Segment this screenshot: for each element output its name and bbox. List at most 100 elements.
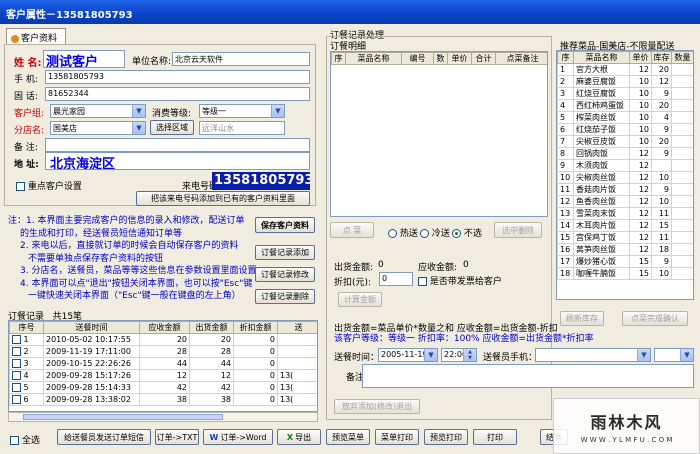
table-row[interactable]: 5 2009-09-28 15:14:33 42 42 0 13( bbox=[9, 381, 317, 394]
table-row[interactable]: 16 莴笋肉丝饭 12 18 bbox=[557, 243, 693, 256]
confirm-dishes-button[interactable]: 点菜完成确认 bbox=[622, 311, 688, 326]
cell-price: 12 bbox=[629, 159, 652, 172]
table-row[interactable]: 2 2009-11-19 17:11:00 28 28 0 bbox=[9, 345, 317, 358]
preview-menu-button[interactable]: 预览菜单 bbox=[326, 429, 370, 445]
col-header[interactable]: 菜品名称 bbox=[573, 51, 630, 64]
company-field[interactable]: 北京云天软件 bbox=[172, 52, 310, 66]
select-all-checkbox[interactable]: 全选 bbox=[10, 433, 40, 446]
table-row[interactable]: 8 回锅肉饭 12 9 bbox=[557, 147, 693, 160]
heat-radio-cold[interactable]: 冷送 bbox=[420, 226, 450, 239]
add-caller-button[interactable]: 把该来电号码添加到已有的客户资料里面 bbox=[136, 191, 310, 206]
order-remark-field[interactable] bbox=[362, 364, 694, 388]
order-delete-button[interactable]: 订餐记录删除 bbox=[255, 289, 315, 304]
table-row[interactable]: 4 西红柿鸡蛋饭 10 20 bbox=[557, 99, 693, 112]
print-button[interactable]: 打印 bbox=[473, 429, 517, 445]
table-row[interactable]: 13 雪菜肉末饭 12 11 bbox=[557, 207, 693, 220]
col-header[interactable]: 单价 bbox=[447, 52, 472, 65]
table-row[interactable]: 3 红烧豆腐饭 10 9 bbox=[557, 87, 693, 100]
courier-phone-select[interactable]: ▼ bbox=[654, 348, 694, 362]
order-detail-table[interactable]: 序 菜品名称 编号 数 单价 合计 点菜备注 bbox=[330, 51, 548, 217]
table-row[interactable]: 6 2009-09-28 13:38:02 38 38 0 13( bbox=[9, 393, 317, 406]
vip-checkbox[interactable]: 重点客户设置 bbox=[16, 179, 82, 192]
name-field[interactable]: 测试客户 bbox=[43, 50, 125, 68]
delivery-hour-spinner[interactable]: 22:00 ▲ ▼ bbox=[441, 348, 477, 362]
col-header[interactable]: 应收金额 bbox=[139, 321, 190, 334]
table-row[interactable]: 1 官方大根 12 20 bbox=[557, 63, 693, 76]
cancel-exit-button[interactable]: 放弃添加(修改)退出 bbox=[334, 399, 420, 414]
heat-radio-none[interactable]: 不选 bbox=[452, 226, 482, 239]
phone-field[interactable]: 13581805793 bbox=[45, 70, 310, 84]
export-button[interactable]: X 导出 bbox=[277, 429, 321, 445]
history-hscrollbar[interactable] bbox=[8, 412, 318, 422]
history-table[interactable]: 序号 送餐时间 应收金额 出货金额 折扣金额 送 1 2010-05-02 10:… bbox=[8, 320, 318, 412]
row-checkbox[interactable] bbox=[12, 335, 21, 344]
table-row[interactable]: 2 麻婆豆腐饭 10 12 bbox=[557, 75, 693, 88]
branch-select[interactable]: 国美店 ▼ bbox=[50, 121, 146, 135]
address-field[interactable]: 北京海淀区 bbox=[45, 152, 310, 170]
group-select[interactable]: 晨光家园 ▼ bbox=[50, 104, 146, 118]
delivery-date-picker[interactable]: 2005-11-19 ▼ bbox=[378, 348, 438, 362]
order-add-button[interactable]: 订餐记录添加 bbox=[255, 245, 315, 260]
scroll-thumb[interactable] bbox=[23, 414, 223, 420]
row-checkbox[interactable] bbox=[12, 347, 21, 356]
delivery-date: 2005-11-19 bbox=[381, 350, 428, 359]
col-header[interactable]: 序号 bbox=[9, 321, 44, 334]
col-header[interactable]: 合计 bbox=[471, 52, 496, 65]
table-row[interactable]: 12 鱼香肉丝饭 12 10 bbox=[557, 195, 693, 208]
table-row[interactable]: 5 榨菜肉丝饭 10 4 bbox=[557, 111, 693, 124]
refresh-stock-button[interactable]: 刷新库存 bbox=[560, 311, 604, 326]
table-row[interactable]: 11 香菇肉片饭 12 9 bbox=[557, 183, 693, 196]
order-edit-button[interactable]: 订餐记录修改 bbox=[255, 267, 315, 282]
row-checkbox[interactable] bbox=[12, 371, 21, 380]
preview-print-button[interactable]: 预览打印 bbox=[424, 429, 468, 445]
invoice-checkbox[interactable]: 是否带发票给客户 bbox=[418, 274, 502, 287]
tab-customer-info[interactable]: 客户资料 bbox=[6, 28, 66, 44]
row-checkbox[interactable] bbox=[12, 359, 21, 368]
save-customer-button[interactable]: 保存客户资料 bbox=[255, 217, 315, 233]
col-header[interactable]: 单价 bbox=[629, 51, 652, 64]
export-word-button[interactable]: W 订单->Word bbox=[203, 429, 273, 445]
row-checkbox[interactable] bbox=[12, 395, 21, 404]
table-row[interactable]: 14 木耳肉片饭 12 15 bbox=[557, 219, 693, 232]
select-delete-button[interactable]: 选中删除 bbox=[494, 222, 542, 238]
select-region-button[interactable]: 选择区域 bbox=[150, 120, 194, 135]
table-row[interactable]: 4 2009-09-28 15:17:26 12 12 0 13( bbox=[9, 369, 317, 382]
col-header[interactable]: 折扣金额 bbox=[233, 321, 278, 334]
table-row[interactable]: 15 宫保鸡丁饭 12 11 bbox=[557, 231, 693, 244]
row-checkbox[interactable] bbox=[12, 383, 21, 392]
table-row[interactable]: 17 爆炒猪心饭 15 9 bbox=[557, 255, 693, 268]
heat-radio-hot[interactable]: 热送 bbox=[388, 226, 418, 239]
cell-price: 12 bbox=[629, 231, 652, 244]
col-header[interactable]: 数量 bbox=[671, 51, 693, 64]
region-field[interactable]: 远洋山水 bbox=[199, 121, 285, 135]
print-menu-button[interactable]: 菜单打印 bbox=[375, 429, 419, 445]
col-header[interactable]: 编号 bbox=[401, 52, 434, 65]
table-row[interactable]: 7 尖椒豆皮饭 10 20 bbox=[557, 135, 693, 148]
col-header[interactable]: 序 bbox=[557, 51, 574, 64]
discount-field[interactable]: 0 bbox=[379, 272, 413, 286]
table-row[interactable]: 18 咖喱牛腩饭 15 10 bbox=[557, 267, 693, 280]
col-header[interactable]: 数 bbox=[433, 52, 448, 65]
table-row[interactable]: 3 2009-10-15 22:26:26 44 44 0 bbox=[9, 357, 317, 370]
level-select[interactable]: 等级一 ▼ bbox=[199, 104, 285, 118]
order-dish-button[interactable]: 点 菜 bbox=[330, 222, 374, 238]
out-amount-value: 0 bbox=[378, 260, 384, 270]
col-header[interactable]: 菜品名称 bbox=[345, 52, 402, 65]
col-header[interactable]: 送餐时间 bbox=[43, 321, 140, 334]
col-header[interactable]: 点菜备注 bbox=[495, 52, 547, 65]
col-header[interactable]: 序 bbox=[331, 52, 346, 65]
export-txt-button[interactable]: 订单->TXT bbox=[155, 429, 199, 445]
table-row[interactable]: 1 2010-05-02 10:17:55 20 20 0 bbox=[9, 333, 317, 346]
calc-amount-button[interactable]: 计算金额 bbox=[338, 292, 382, 307]
table-row[interactable]: 9 木须肉饭 12 bbox=[557, 159, 693, 172]
remark-field[interactable] bbox=[45, 138, 310, 152]
col-header[interactable]: 送 bbox=[277, 321, 317, 334]
table-row[interactable]: 10 尖椒肉丝饭 12 10 bbox=[557, 171, 693, 184]
col-header[interactable]: 出货金额 bbox=[189, 321, 234, 334]
landline-field[interactable]: 81652344 bbox=[45, 87, 310, 101]
send-sms-button[interactable]: 给送餐员发送订单短信 bbox=[57, 429, 151, 445]
recommend-table[interactable]: 序 菜品名称 单价 库存 数量 1 官方大根 12 20 2 麻婆豆腐饭 10 12 3 红烧豆腐… bbox=[556, 50, 694, 300]
courier-select[interactable]: ▼ bbox=[535, 348, 651, 362]
col-header[interactable]: 库存 bbox=[651, 51, 672, 64]
table-row[interactable]: 6 红烧茄子饭 10 9 bbox=[557, 123, 693, 136]
